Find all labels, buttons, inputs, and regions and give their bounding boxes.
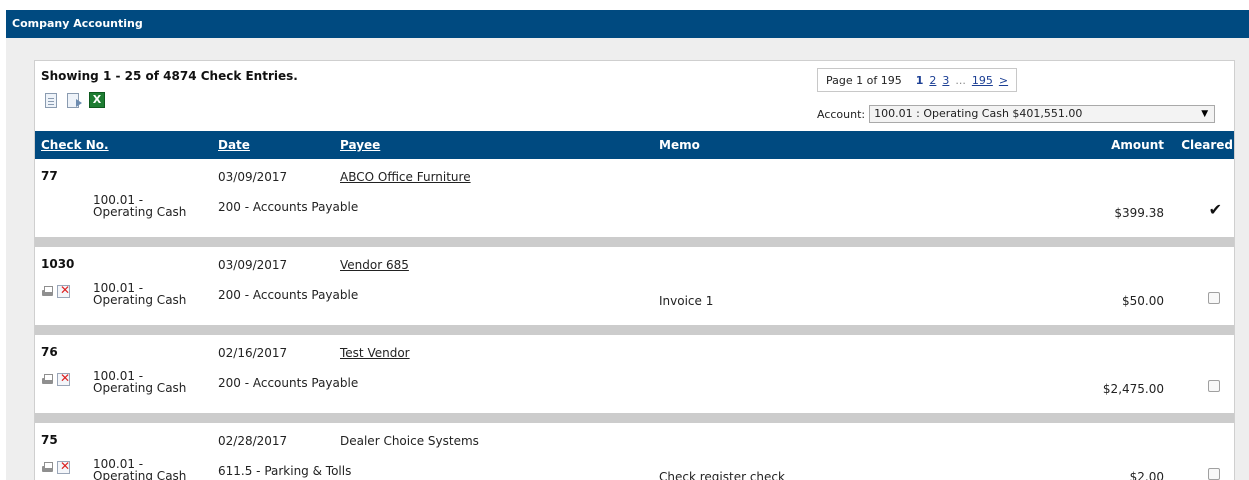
report-icon[interactable] [45, 92, 57, 108]
account-select[interactable]: 100.01 : Operating Cash $401,551.00 ▼ [869, 105, 1216, 123]
void-x-glyph: ✕ [60, 371, 71, 385]
void-x-glyph: ✕ [60, 283, 71, 297]
payee-link[interactable]: Vendor 685 [340, 258, 409, 272]
column-amount: Amount [1111, 138, 1164, 152]
account-name: Operating Cash [93, 469, 187, 480]
page-next-link[interactable]: > [999, 74, 1008, 87]
column-memo: Memo [659, 138, 700, 152]
check-number: 76 [41, 345, 58, 359]
account-label: Account: [817, 107, 866, 121]
column-check-no[interactable]: Check No. [41, 138, 109, 152]
print-check-icon[interactable] [41, 285, 54, 298]
gl-account: 200 - Accounts Payable [218, 376, 359, 390]
account-name: Operating Cash [93, 205, 187, 219]
cleared-checkbox[interactable] [1208, 380, 1220, 392]
results-summary: Showing 1 - 25 of 4874 Check Entries. [41, 69, 298, 83]
void-check-icon[interactable]: ✕ [57, 371, 71, 386]
check-entry: 75 ✕ 02/28/2017 Dealer Choice Systems 10… [35, 423, 1234, 480]
gl-account: 200 - Accounts Payable [218, 288, 359, 302]
row-actions: ✕ [41, 459, 71, 474]
check-memo: Check register check [659, 470, 785, 480]
payee-link[interactable]: Test Vendor [340, 346, 410, 360]
row-separator [35, 413, 1234, 423]
check-account: 100.01 - Operating Cash [93, 370, 186, 394]
void-check-icon[interactable]: ✕ [57, 283, 71, 298]
check-date: 02/16/2017 [218, 346, 288, 360]
check-date: 02/28/2017 [218, 434, 288, 448]
gl-account: 200 - Accounts Payable [218, 200, 359, 214]
check-amount: $50.00 [1122, 294, 1164, 308]
check-amount: $2.00 [1129, 470, 1164, 480]
row-actions: ✕ [41, 371, 71, 386]
check-entry: 77 03/09/2017 ABCO Office Furniture 100.… [35, 159, 1234, 237]
page-ellipsis: ... [955, 73, 966, 87]
account-selected-value: 100.01 : Operating Cash $401,551.00 [874, 107, 1083, 120]
print-check-icon[interactable] [41, 461, 54, 474]
check-number: 75 [41, 433, 58, 447]
check-date: 03/09/2017 [218, 258, 288, 272]
account-name: Operating Cash [93, 293, 187, 307]
check-entry: 76 ✕ 02/16/2017 Test Vendor 100.01 - Ope… [35, 335, 1234, 413]
check-entry: 1030 ✕ 03/09/2017 Vendor 685 100.01 - Op… [35, 247, 1234, 325]
grid-header: Check No. Date Payee Memo Amount Cleared [35, 131, 1234, 159]
page-link-3[interactable]: 3 [942, 74, 949, 87]
toolbar: X [45, 92, 105, 108]
check-number: 1030 [41, 257, 75, 271]
check-amount: $399.38 [1114, 206, 1164, 220]
column-date[interactable]: Date [218, 138, 250, 152]
check-amount: $2,475.00 [1102, 382, 1164, 396]
check-account: 100.01 - Operating Cash [93, 194, 186, 218]
check-register-panel: Showing 1 - 25 of 4874 Check Entries. X … [34, 60, 1235, 480]
row-actions: ✕ [41, 283, 71, 298]
row-separator [35, 325, 1234, 335]
cleared-check-icon: ✔ [1208, 200, 1222, 219]
check-number: 77 [41, 169, 58, 183]
cleared-checkbox[interactable] [1208, 292, 1220, 304]
void-x-glyph: ✕ [60, 459, 71, 473]
account-name: Operating Cash [93, 381, 187, 395]
page-info: Page 1 of 195 [826, 73, 902, 87]
column-cleared: Cleared [1181, 138, 1233, 152]
check-date: 03/09/2017 [218, 170, 288, 184]
check-memo: Invoice 1 [659, 294, 714, 308]
payee-link[interactable]: ABCO Office Furniture [340, 170, 471, 184]
account-filter: Account: 100.01 : Operating Cash $401,55… [817, 105, 1216, 123]
chevron-down-icon: ▼ [1201, 109, 1209, 119]
cleared-checkbox[interactable] [1208, 468, 1220, 480]
void-check-icon[interactable]: ✕ [57, 459, 71, 474]
excel-icon[interactable]: X [89, 92, 105, 108]
column-payee[interactable]: Payee [340, 138, 380, 152]
row-separator [35, 237, 1234, 247]
pagination: Page 1 of 195 1 2 3 ... 195 > [817, 68, 1018, 92]
print-check-icon[interactable] [41, 373, 54, 386]
export-report-icon[interactable] [67, 92, 82, 108]
gl-account: 611.5 - Parking & Tolls [218, 464, 352, 478]
app-frame: Company Accounting Showing 1 - 25 of 487… [6, 10, 1249, 480]
page-link-last[interactable]: 195 [972, 74, 993, 87]
payee-name: Dealer Choice Systems [340, 434, 479, 448]
window-title: Company Accounting [6, 10, 1249, 38]
check-account: 100.01 - Operating Cash [93, 282, 186, 306]
page-current: 1 [915, 73, 924, 87]
check-account: 100.01 - Operating Cash [93, 458, 186, 480]
page-link-2[interactable]: 2 [929, 74, 936, 87]
